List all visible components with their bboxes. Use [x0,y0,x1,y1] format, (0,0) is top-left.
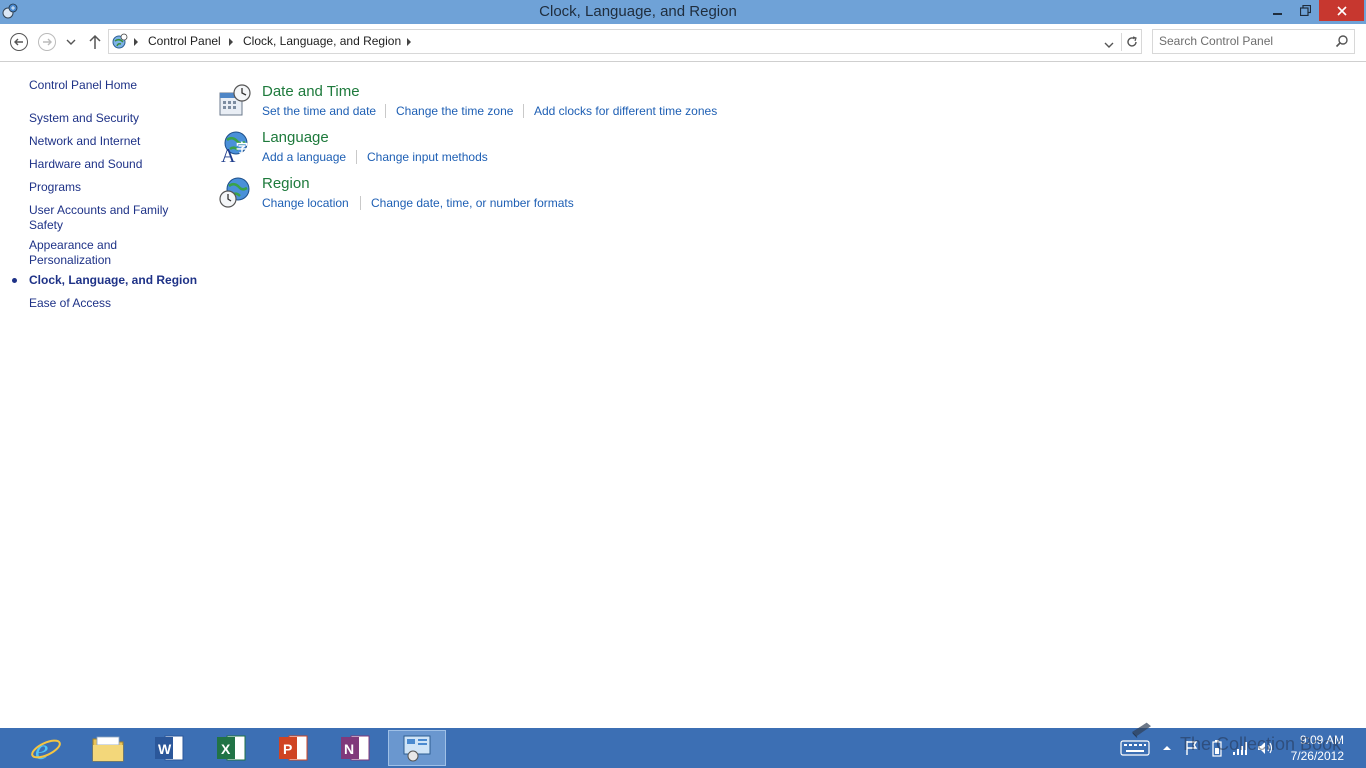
sidebar-item-ease-of-access[interactable]: Ease of Access [29,296,199,311]
taskbar-onenote[interactable]: N [326,730,384,766]
link-divider [360,196,361,210]
breadcrumb-clock-language-region[interactable]: Clock, Language, and Region [243,34,401,48]
chevron-down-icon [1104,42,1114,48]
breadcrumb-separator-icon[interactable] [134,38,138,46]
recent-pages-button[interactable] [62,32,80,52]
svg-text:P: P [283,741,292,757]
taskbar-excel[interactable]: X [202,730,260,766]
link-change-input-methods[interactable]: Change input methods [367,150,488,164]
breadcrumb-separator-icon[interactable] [229,38,233,46]
restore-icon [1300,5,1311,16]
taskbar-word[interactable]: W [140,730,198,766]
search-icon[interactable] [1335,34,1349,48]
chevron-down-icon [66,39,76,45]
refresh-icon [1127,36,1137,47]
sidebar-item-system-security[interactable]: System and Security [29,111,199,126]
globe-language-icon[interactable]: A 字 [218,130,252,164]
globe-clock-icon[interactable] [218,176,252,210]
back-button[interactable] [9,32,29,52]
svg-text:e: e [35,733,48,765]
control-panel-location-icon [112,33,128,49]
close-button[interactable] [1319,0,1364,21]
chevron-up-icon [1163,746,1171,750]
control-panel-icon [403,735,431,762]
svg-text:N: N [344,741,354,757]
category-language[interactable]: Language [262,129,329,146]
sidebar-item-network-internet[interactable]: Network and Internet [29,134,199,149]
sidebar-item-appearance[interactable]: Appearance and Personalization [29,238,199,268]
back-arrow-icon [10,33,28,51]
restore-button[interactable] [1292,0,1319,21]
powerpoint-icon: P [279,735,308,761]
address-bar[interactable]: Control Panel Clock, Language, and Regio… [108,29,1142,54]
taskbar: e W X P N 9:09 AM 7/26/2012 [0,722,1366,768]
title-bar: Clock, Language, and Region [0,0,1366,24]
link-change-formats[interactable]: Change date, time, or number formats [371,196,574,210]
taskbar-powerpoint[interactable]: P [264,730,322,766]
breadcrumb-control-panel[interactable]: Control Panel [148,34,221,48]
svg-text:A: A [221,145,236,164]
excel-icon: X [217,735,246,761]
breadcrumb-separator-icon[interactable] [407,38,411,46]
taskbar-file-explorer[interactable] [79,730,137,766]
svg-text:W: W [158,741,172,757]
navigation-bar: Control Panel Clock, Language, and Regio… [0,24,1366,62]
show-hidden-icons-button[interactable] [1162,738,1172,758]
link-divider [385,104,386,118]
category-date-and-time[interactable]: Date and Time [262,83,360,100]
calendar-clock-icon[interactable] [218,84,252,118]
minimize-button[interactable] [1264,0,1292,21]
sidebar-control-panel-home[interactable]: Control Panel Home [29,78,199,93]
word-icon: W [155,735,184,761]
up-arrow-icon [89,34,101,49]
link-change-time-zone[interactable]: Change the time zone [396,104,513,118]
watermark-text: The Collection Book [1180,734,1342,754]
keyboard-icon [1120,740,1150,756]
minimize-icon [1273,12,1282,15]
close-icon [1336,5,1347,16]
svg-text:X: X [221,741,231,757]
search-box[interactable] [1152,29,1355,54]
up-button[interactable] [85,32,105,52]
sidebar-item-hardware-sound[interactable]: Hardware and Sound [29,157,199,172]
search-input[interactable] [1159,33,1319,49]
sidebar: Control Panel Home System and Security N… [0,62,200,722]
sidebar-item-clock-language-region[interactable]: Clock, Language, and Region [29,273,199,288]
address-dropdown-button[interactable] [1099,37,1119,53]
touch-keyboard-button[interactable] [1120,738,1150,758]
ie-icon: e [31,733,61,765]
file-explorer-icon [92,736,124,762]
link-divider [356,150,357,164]
link-divider [523,104,524,118]
svg-text:字: 字 [236,140,248,155]
category-region[interactable]: Region [262,175,310,192]
watermark-book-icon [1131,722,1151,738]
taskbar-internet-explorer[interactable]: e [17,730,75,766]
link-add-language[interactable]: Add a language [262,150,346,164]
forward-arrow-icon [38,33,56,51]
sidebar-item-programs[interactable]: Programs [29,180,199,195]
link-change-location[interactable]: Change location [262,196,349,210]
taskbar-control-panel[interactable] [388,730,446,766]
window-title: Clock, Language, and Region [539,3,737,20]
sidebar-item-user-accounts[interactable]: User Accounts and Family Safety [29,203,199,233]
link-set-time-date[interactable]: Set the time and date [262,104,376,118]
link-add-clocks[interactable]: Add clocks for different time zones [534,104,717,118]
forward-button[interactable] [37,32,57,52]
current-item-bullet [12,278,17,283]
refresh-button[interactable] [1121,33,1142,51]
onenote-icon: N [341,735,370,761]
